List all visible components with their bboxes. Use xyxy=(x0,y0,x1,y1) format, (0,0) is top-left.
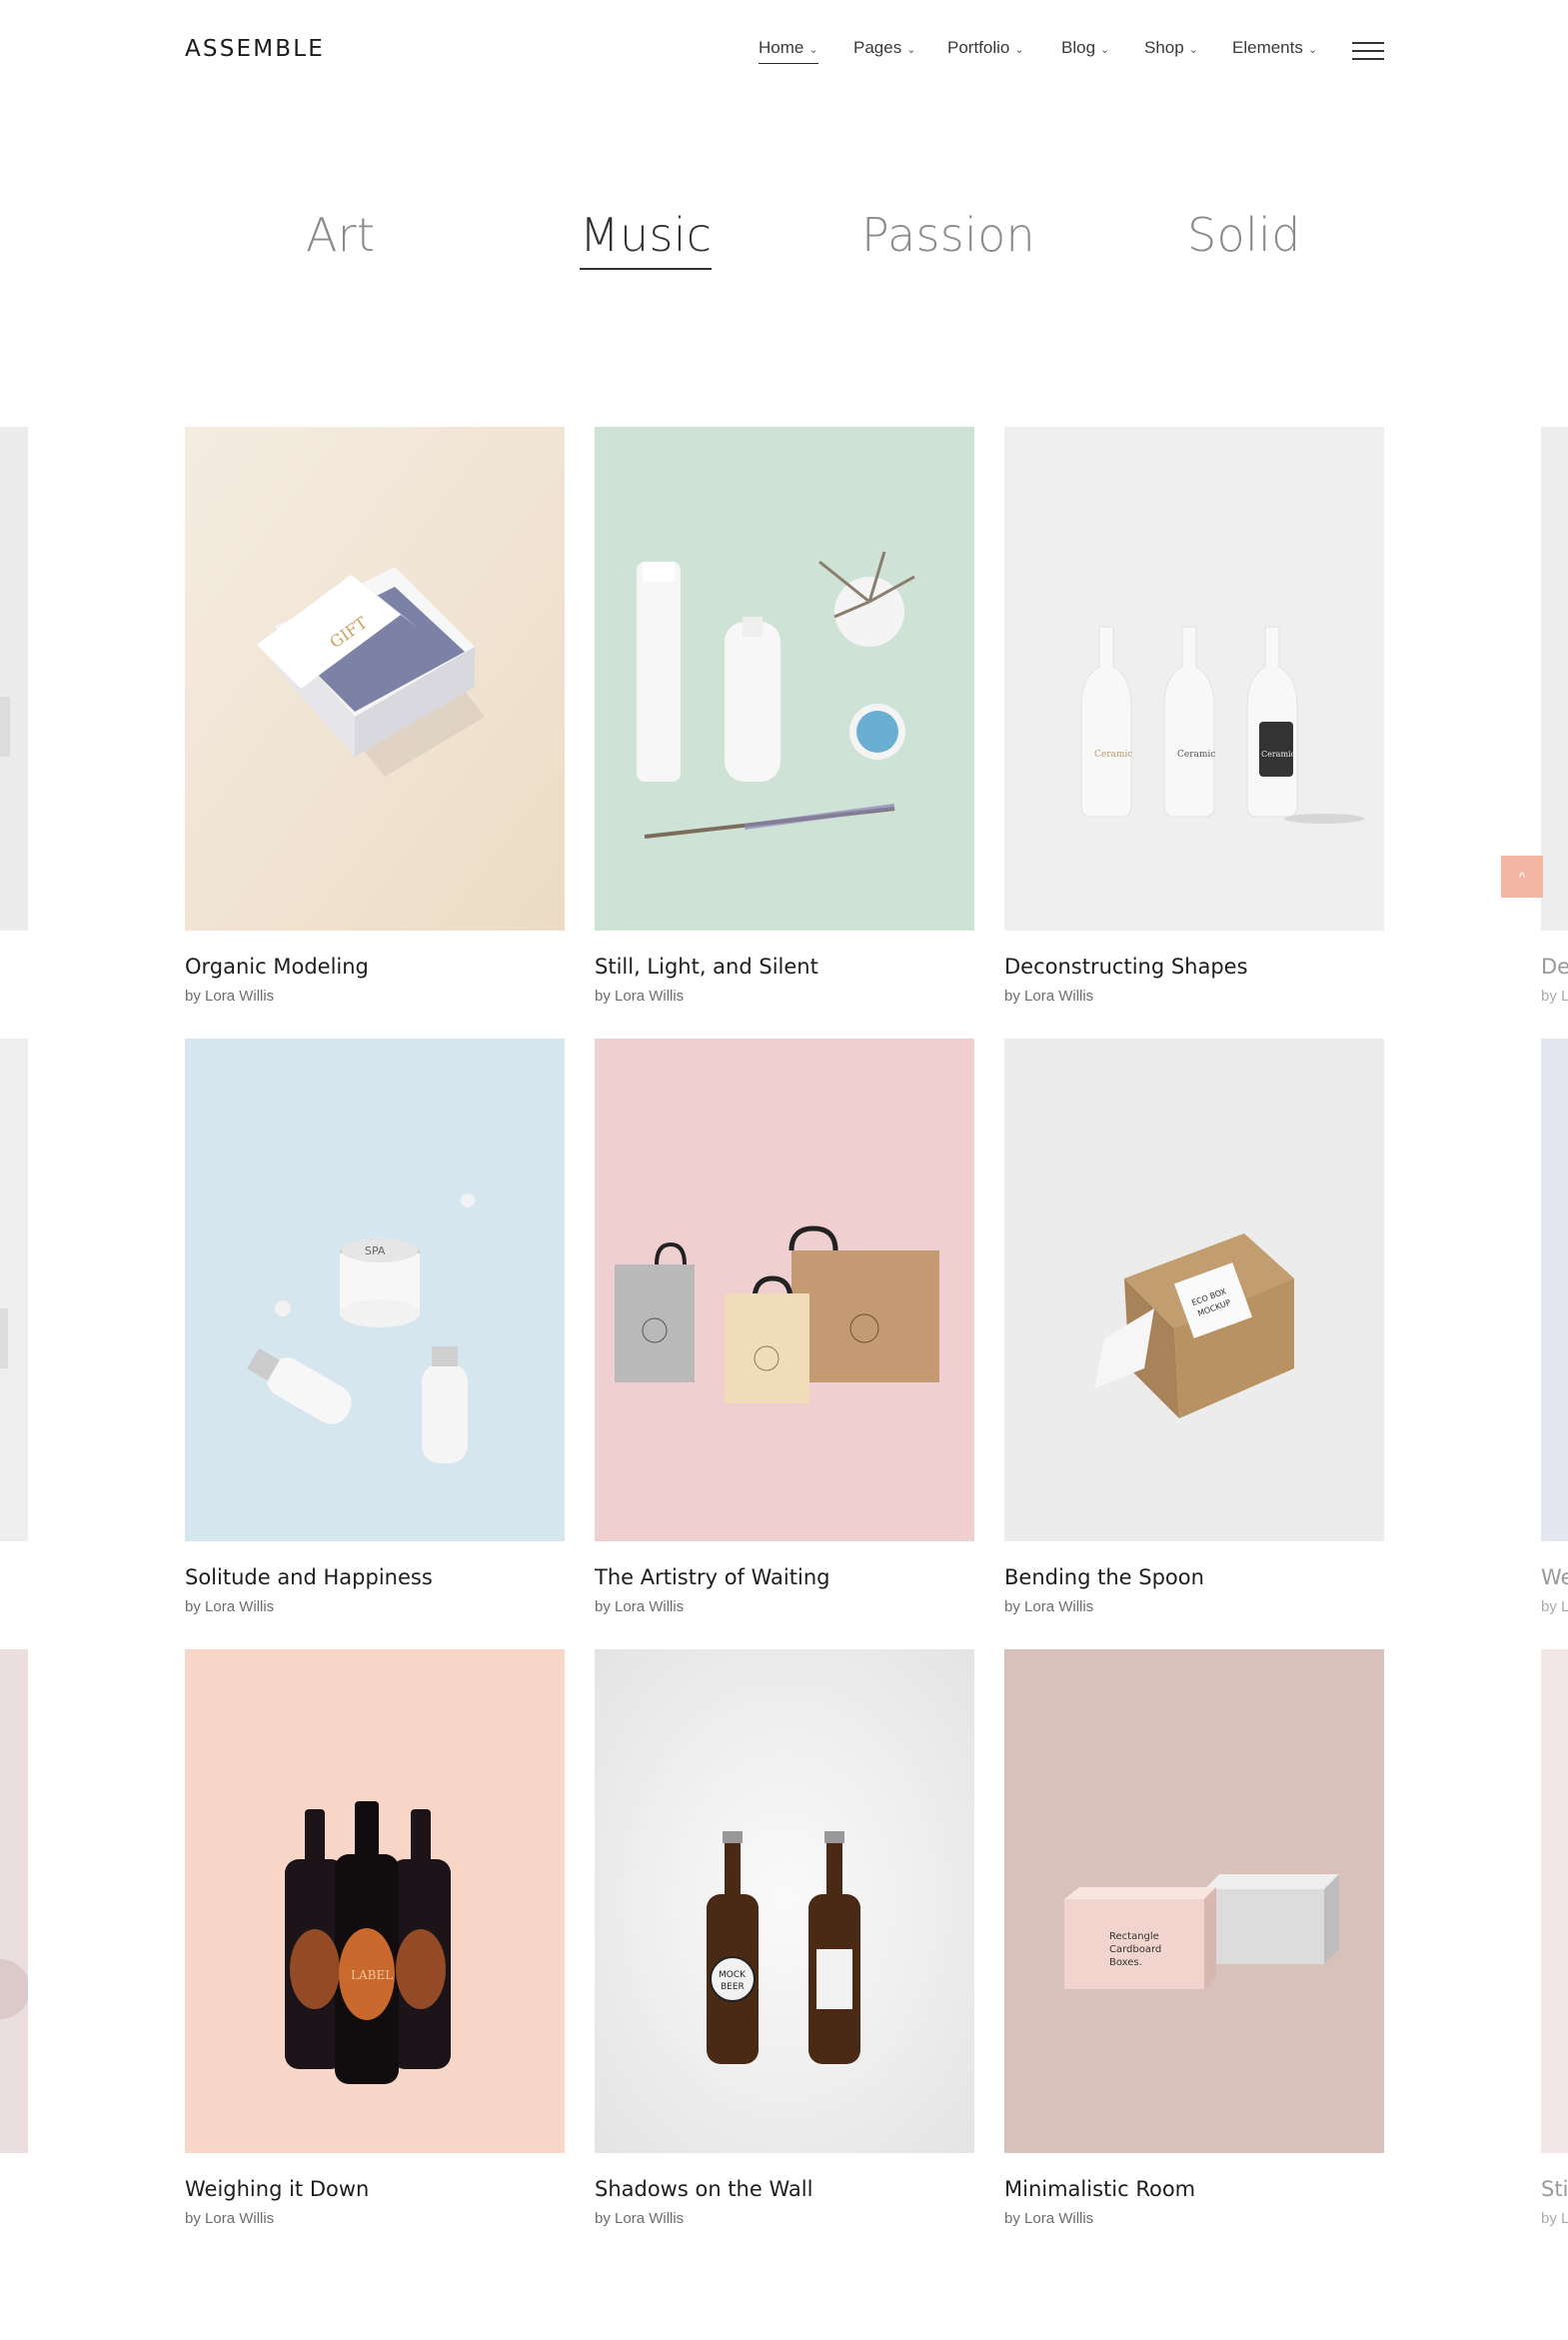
portfolio-item-author: by Lora Willis xyxy=(595,2210,685,2227)
nav-active-underline xyxy=(759,63,818,64)
portfolio-image-wine-bottles[interactable]: LABEL xyxy=(185,1649,565,2153)
portfolio-item-author: by Lora Willis xyxy=(1004,988,1094,1005)
nav-item-portfolio[interactable]: Portfolio ⌄ xyxy=(947,38,1024,58)
filter-label: Solid xyxy=(1187,208,1301,262)
carousel-peek-left[interactable] xyxy=(0,1649,28,2153)
nav-item-label: Elements xyxy=(1232,38,1303,57)
filter-active-underline xyxy=(580,268,713,270)
carousel-peek-right[interactable] xyxy=(1541,1649,1568,2153)
chevron-down-icon: ⌄ xyxy=(1100,43,1110,56)
portfolio-image-beer-bottles[interactable]: MOCK BEER xyxy=(595,1649,974,2153)
scroll-to-top-button[interactable]: ^ xyxy=(1501,856,1543,898)
portfolio-item-author: by Lora Willis xyxy=(1004,2210,1094,2227)
svg-text:Cardboard: Cardboard xyxy=(1109,1944,1161,1955)
portfolio-item-title[interactable]: Solitude and Happiness xyxy=(185,1565,433,1589)
svg-text:MOCK: MOCK xyxy=(719,1970,747,1980)
chevron-down-icon: ⌄ xyxy=(906,43,916,56)
portfolio-item-title[interactable]: Minimalistic Room xyxy=(1004,2177,1195,2201)
filter-tab-music[interactable]: Music xyxy=(580,208,713,270)
portfolio-item-author: by Lora Willis xyxy=(1004,1598,1094,1615)
peek-title: Stil xyxy=(1541,2177,1568,2201)
svg-text:SPA: SPA xyxy=(365,1244,386,1257)
peek-author: by L xyxy=(1541,2210,1568,2227)
portfolio-item-title[interactable]: Weighing it Down xyxy=(185,2177,369,2201)
nav-item-pages[interactable]: Pages ⌄ xyxy=(853,38,915,58)
filter-tab-art[interactable]: Art xyxy=(306,208,375,262)
peek-author: by L xyxy=(1541,988,1568,1005)
filter-tab-solid[interactable]: Solid xyxy=(1187,208,1301,262)
svg-text:Boxes.: Boxes. xyxy=(1109,1957,1142,1968)
filter-tab-passion[interactable]: Passion xyxy=(861,208,1035,262)
hamburger-menu-icon[interactable] xyxy=(1352,40,1384,62)
portfolio-image-eco-box[interactable]: ECO BOX MOCKUP xyxy=(1004,1039,1384,1541)
nav-item-label: Blog xyxy=(1061,38,1096,57)
carousel-peek-left[interactable] xyxy=(0,427,28,931)
svg-text:Ceramic: Ceramic xyxy=(1177,750,1215,760)
portfolio-item-author: by Lora Willis xyxy=(595,988,685,1005)
nav-item-label: Shop xyxy=(1144,38,1184,57)
chevron-down-icon: ⌄ xyxy=(1307,43,1318,56)
portfolio-item-title[interactable]: Deconstructing Shapes xyxy=(1004,955,1248,979)
portfolio-filter-tabs: Art Music Passion Solid xyxy=(0,208,1568,278)
svg-text:Ceramic: Ceramic xyxy=(1094,750,1132,760)
svg-text:LABEL: LABEL xyxy=(351,1968,393,1982)
svg-text:BEER: BEER xyxy=(721,1982,745,1992)
portfolio-item-author: by Lora Willis xyxy=(185,1598,275,1615)
nav-item-label: Home xyxy=(759,38,804,57)
peek-title: We xyxy=(1541,1565,1568,1589)
portfolio-item-author: by Lora Willis xyxy=(185,988,275,1005)
nav-item-label: Portfolio xyxy=(947,38,1010,57)
portfolio-item-title[interactable]: Organic Modeling xyxy=(185,955,369,979)
portfolio-image-spa-products[interactable] xyxy=(595,427,974,931)
portfolio-image-gift-box[interactable]: GIFT xyxy=(185,427,565,931)
chevron-down-icon: ⌄ xyxy=(1188,43,1198,56)
svg-text:Rectangle: Rectangle xyxy=(1109,1931,1159,1942)
chevron-up-icon: ^ xyxy=(1518,869,1526,885)
peek-author: by L xyxy=(1541,1598,1568,1615)
portfolio-image-spa-jars[interactable]: SPA xyxy=(185,1039,565,1541)
portfolio-item-title[interactable]: Shadows on the Wall xyxy=(595,2177,812,2201)
nav-item-home[interactable]: Home ⌄ xyxy=(759,38,818,64)
portfolio-item-author: by Lora Willis xyxy=(595,1598,685,1615)
portfolio-item-title[interactable]: Bending the Spoon xyxy=(1004,1565,1204,1589)
site-logo[interactable]: ASSEMBLE xyxy=(185,36,325,62)
nav-item-blog[interactable]: Blog ⌄ xyxy=(1061,38,1109,58)
nav-item-elements[interactable]: Elements ⌄ xyxy=(1232,38,1317,58)
chevron-down-icon: ⌄ xyxy=(1014,43,1024,56)
filter-label: Passion xyxy=(861,208,1035,262)
filter-label: Music xyxy=(580,208,713,262)
portfolio-item-title[interactable]: Still, Light, and Silent xyxy=(595,955,818,979)
carousel-peek-right[interactable] xyxy=(1541,427,1568,931)
carousel-peek-left[interactable] xyxy=(0,1039,28,1541)
portfolio-image-cardboard-boxes[interactable]: Rectangle Cardboard Boxes. xyxy=(1004,1649,1384,2153)
nav-item-shop[interactable]: Shop ⌄ xyxy=(1144,38,1198,58)
portfolio-image-shopping-bags[interactable] xyxy=(595,1039,974,1541)
filter-label: Art xyxy=(306,208,376,262)
portfolio-item-author: by Lora Willis xyxy=(185,2210,275,2227)
carousel-peek-right[interactable] xyxy=(1541,1039,1568,1541)
svg-text:Ceramic: Ceramic xyxy=(1261,750,1296,759)
peek-title: De xyxy=(1541,955,1568,979)
portfolio-item-title[interactable]: The Artistry of Waiting xyxy=(595,1565,829,1589)
chevron-down-icon: ⌄ xyxy=(808,43,818,56)
portfolio-image-ceramic-bottles[interactable]: Ceramic Ceramic Ceramic xyxy=(1004,427,1384,931)
nav-item-label: Pages xyxy=(853,38,902,57)
